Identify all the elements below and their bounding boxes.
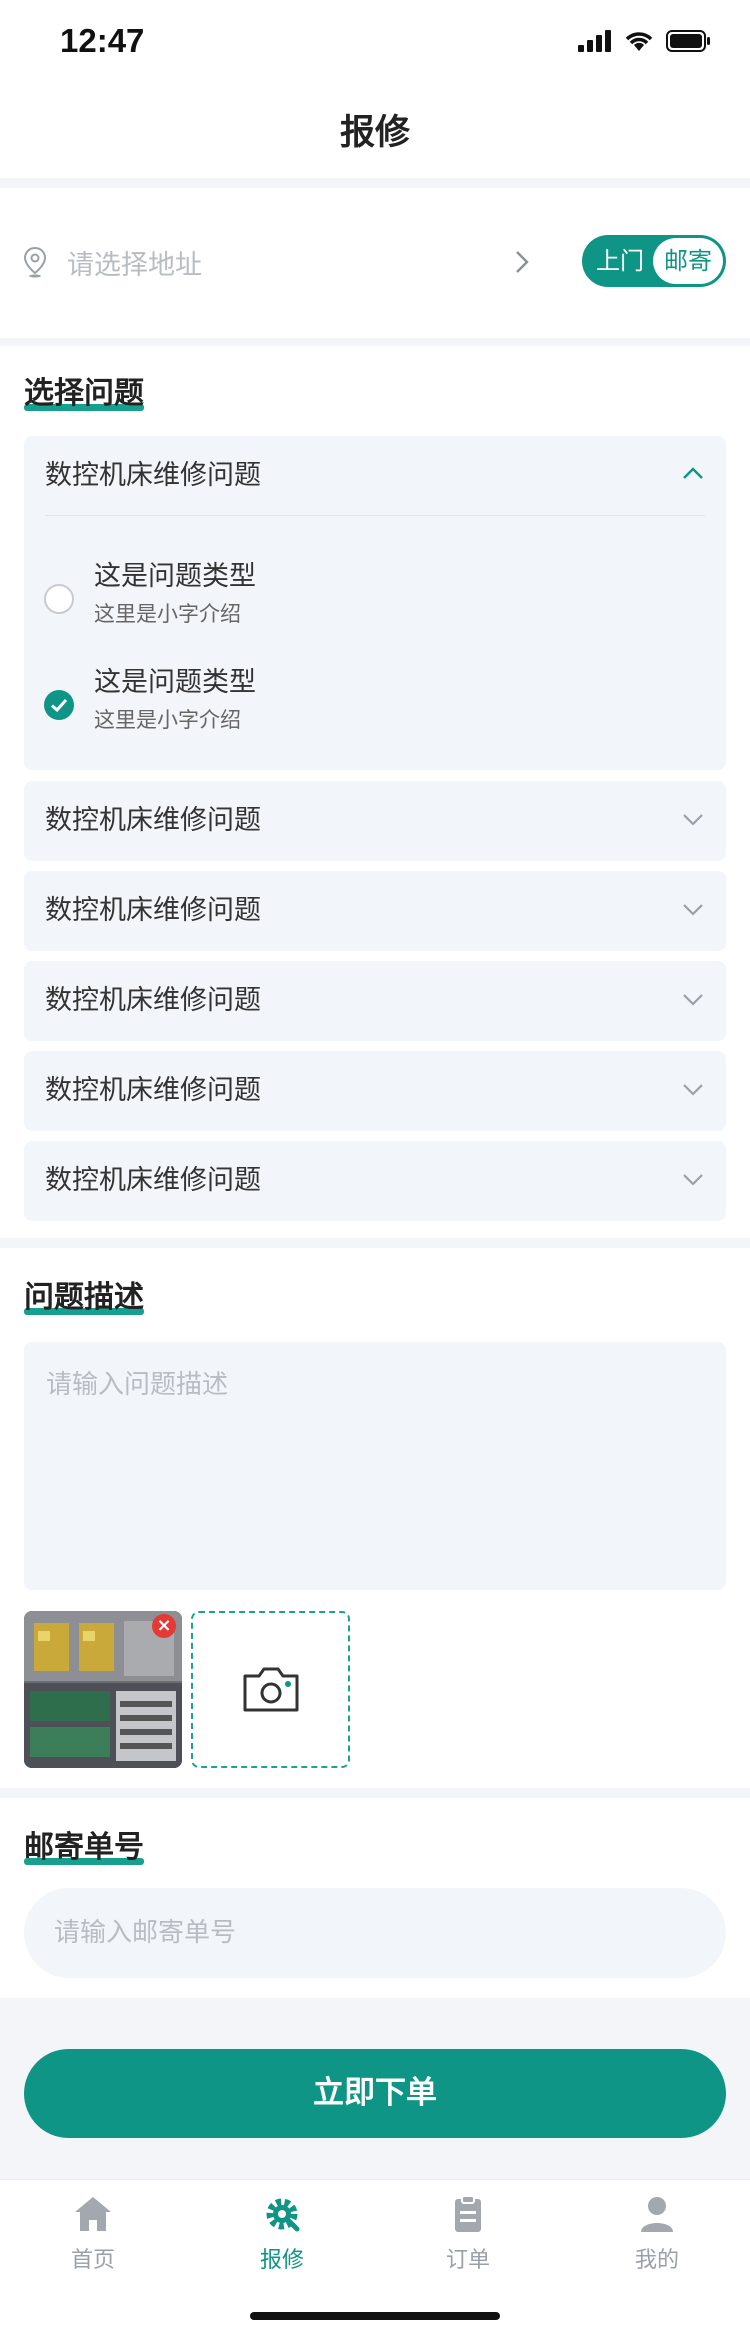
issue-group-collapsed[interactable]: 数控机床维修问题 [24,1051,726,1131]
chevron-right-icon [516,251,529,273]
issue-group-header: 数控机床维修问题 [45,805,261,836]
camera-icon [243,1667,299,1712]
issue-group-collapsed[interactable]: 数控机床维修问题 [24,1141,726,1221]
page-title: 报修 [339,113,410,153]
add-photo-button[interactable] [191,1611,350,1768]
tracking-section-title: 邮寄单号 [24,1830,144,1865]
issue-group-header: 数控机床维修问题 [45,1075,261,1106]
tab-label: 我的 [634,2248,679,2273]
chevron-up-icon[interactable] [682,466,704,480]
tab-label: 订单 [445,2248,490,2273]
issue-group-collapsed[interactable]: 数控机床维修问题 [24,961,726,1041]
divider [45,515,705,516]
issue-group-collapsed[interactable]: 数控机床维修问题 [24,871,726,951]
tab-label: 首页 [70,2248,115,2273]
description-section-title: 问题描述 [24,1280,144,1315]
issue-group-header[interactable]: 数控机床维修问题 [45,436,261,516]
status-bar: 12:47 [0,0,750,88]
issue-group-collapsed[interactable]: 数控机床维修问题 [24,781,726,861]
problem-section-title: 选择问题 [24,376,144,411]
wifi-icon [625,32,653,51]
tab-home[interactable]: 首页 [33,2194,153,2274]
submit-order-button[interactable]: 立即下单 [24,2049,726,2138]
issue-group-header: 数控机床维修问题 [45,895,261,926]
delete-photo-icon[interactable]: × [152,1614,176,1638]
description-textarea[interactable]: 请输入问题描述 [24,1342,726,1590]
tracking-placeholder: 请输入邮寄单号 [54,1918,237,1948]
tab-repair[interactable]: 报修 [222,2194,342,2274]
issue-group-expanded: 数控机床维修问题 这是问题类型 这里是小字介绍 这是问题类型 这里是小字介绍 [24,436,726,770]
problem-section: 选择问题 数控机床维修问题 这是问题类型 这里是小字介绍 这是问题类型 这里是小… [0,346,750,1238]
tab-bar: 首页 报修 订单 我的 [0,2179,750,2347]
location-pin-icon [23,246,47,278]
chevron-down-icon [683,904,703,916]
home-icon [75,2197,111,2231]
tab-profile[interactable]: 我的 [597,2194,717,2274]
radio-checked-icon[interactable] [44,690,74,720]
battery-icon [666,30,710,52]
signal-icon [578,30,611,52]
tracking-number-input[interactable]: 请输入邮寄单号 [24,1888,726,1978]
issue-group-header: 数控机床维修问题 [45,985,261,1016]
issue-option-title: 这是问题类型 [94,561,256,592]
gear-wrench-icon [266,2198,300,2232]
issue-option-subtitle: 这里是小字介绍 [94,708,241,732]
chevron-down-icon [683,814,703,826]
home-indicator [250,2312,500,2320]
radio-unchecked-icon[interactable] [44,584,74,614]
address-card[interactable]: 请选择地址 上门 邮寄 [0,188,750,338]
mode-option-onsite[interactable]: 上门 [596,235,644,287]
status-icons [578,30,712,52]
nav-bar: 报修 [0,88,750,178]
status-time: 12:47 [60,22,145,59]
mode-option-mail[interactable]: 邮寄 [653,238,723,284]
user-icon [641,2197,673,2232]
tab-orders[interactable]: 订单 [408,2194,528,2274]
issue-option-title: 这是问题类型 [94,667,256,698]
chevron-down-icon [683,994,703,1006]
service-mode-toggle[interactable]: 上门 邮寄 [582,235,726,287]
chevron-down-icon [683,1084,703,1096]
description-placeholder: 请输入问题描述 [46,1370,229,1400]
address-placeholder: 请选择地址 [67,250,202,281]
issue-option-subtitle: 这里是小字介绍 [94,602,241,626]
chevron-down-icon [683,1174,703,1186]
issue-group-header: 数控机床维修问题 [45,1165,261,1196]
tab-label: 报修 [259,2248,304,2273]
clipboard-icon [455,2195,481,2232]
